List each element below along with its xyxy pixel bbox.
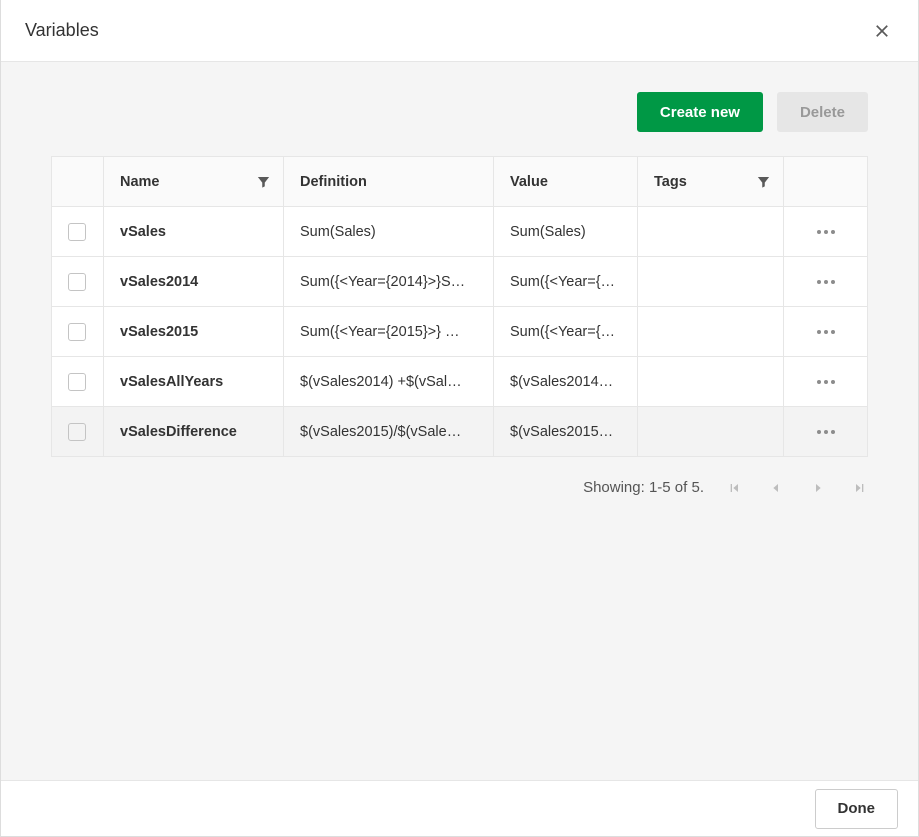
cell-definition: Sum({<Year={2015}>} … <box>284 307 494 357</box>
prev-page-icon <box>768 480 784 496</box>
close-icon[interactable] <box>870 19 894 43</box>
cell-name: vSalesDifference <box>104 407 284 457</box>
cell-actions <box>784 207 868 257</box>
more-actions-icon[interactable] <box>800 307 851 356</box>
dialog-footer: Done <box>1 780 918 836</box>
variables-dialog: Variables Create new Delete Name <box>0 0 919 837</box>
pager-controls <box>726 480 868 496</box>
cell-value: $(vSales2015… <box>494 407 638 457</box>
row-checkbox-cell <box>52 407 104 457</box>
cell-tags <box>638 307 784 357</box>
cell-definition: Sum(Sales) <box>284 207 494 257</box>
table-row[interactable]: vSalesDifference$(vSales2015)/$(vSale…$(… <box>52 407 868 457</box>
row-checkbox-cell <box>52 207 104 257</box>
create-new-button[interactable]: Create new <box>637 92 763 132</box>
done-button[interactable]: Done <box>815 789 899 829</box>
more-actions-icon[interactable] <box>800 407 851 456</box>
row-checkbox[interactable] <box>68 423 86 441</box>
column-header-actions <box>784 157 868 207</box>
cell-name: vSales2015 <box>104 307 284 357</box>
cell-tags <box>638 357 784 407</box>
cell-definition: Sum({<Year={2014}>}S… <box>284 257 494 307</box>
cell-tags <box>638 257 784 307</box>
table-row[interactable]: vSalesSum(Sales)Sum(Sales) <box>52 207 868 257</box>
last-page-icon <box>852 480 868 496</box>
column-header-value[interactable]: Value <box>494 157 638 207</box>
pager-status: Showing: 1-5 of 5. <box>583 479 704 496</box>
cell-name: vSalesAllYears <box>104 357 284 407</box>
table-row[interactable]: vSales2014Sum({<Year={2014}>}S…Sum({<Yea… <box>52 257 868 307</box>
column-label: Tags <box>654 174 687 190</box>
table-header-row: Name Definition Value Tags <box>52 157 868 207</box>
cell-actions <box>784 407 868 457</box>
more-actions-icon[interactable] <box>800 257 851 306</box>
cell-tags <box>638 407 784 457</box>
dialog-body: Create new Delete Name Definition <box>1 62 918 780</box>
cell-actions <box>784 257 868 307</box>
column-label: Value <box>510 174 548 190</box>
next-page-icon <box>810 480 826 496</box>
cell-value: Sum({<Year={… <box>494 307 638 357</box>
cell-actions <box>784 357 868 407</box>
dialog-header: Variables <box>1 0 918 62</box>
row-checkbox-cell <box>52 307 104 357</box>
table-row[interactable]: vSalesAllYears$(vSales2014) +$(vSal…$(vS… <box>52 357 868 407</box>
row-checkbox[interactable] <box>68 273 86 291</box>
dialog-title: Variables <box>25 20 99 41</box>
filter-icon[interactable] <box>756 174 771 189</box>
filter-icon[interactable] <box>256 174 271 189</box>
pager: Showing: 1-5 of 5. <box>51 457 868 496</box>
cell-definition: $(vSales2014) +$(vSal… <box>284 357 494 407</box>
row-checkbox[interactable] <box>68 223 86 241</box>
cell-tags <box>638 207 784 257</box>
variables-table: Name Definition Value Tags <box>51 156 868 457</box>
action-bar: Create new Delete <box>51 62 868 156</box>
cell-value: Sum({<Year={… <box>494 257 638 307</box>
first-page-icon <box>726 480 742 496</box>
row-checkbox-cell <box>52 357 104 407</box>
cell-name: vSales <box>104 207 284 257</box>
cell-definition: $(vSales2015)/$(vSale… <box>284 407 494 457</box>
more-actions-icon[interactable] <box>800 357 851 406</box>
table-row[interactable]: vSales2015Sum({<Year={2015}>} …Sum({<Yea… <box>52 307 868 357</box>
column-header-definition[interactable]: Definition <box>284 157 494 207</box>
cell-value: Sum(Sales) <box>494 207 638 257</box>
row-checkbox-cell <box>52 257 104 307</box>
more-actions-icon[interactable] <box>800 207 851 256</box>
row-checkbox[interactable] <box>68 323 86 341</box>
column-label: Name <box>120 174 160 190</box>
cell-actions <box>784 307 868 357</box>
column-header-tags[interactable]: Tags <box>638 157 784 207</box>
column-label: Definition <box>300 174 367 190</box>
row-checkbox[interactable] <box>68 373 86 391</box>
cell-value: $(vSales2014… <box>494 357 638 407</box>
column-header-name[interactable]: Name <box>104 157 284 207</box>
delete-button: Delete <box>777 92 868 132</box>
column-header-checkbox <box>52 157 104 207</box>
cell-name: vSales2014 <box>104 257 284 307</box>
